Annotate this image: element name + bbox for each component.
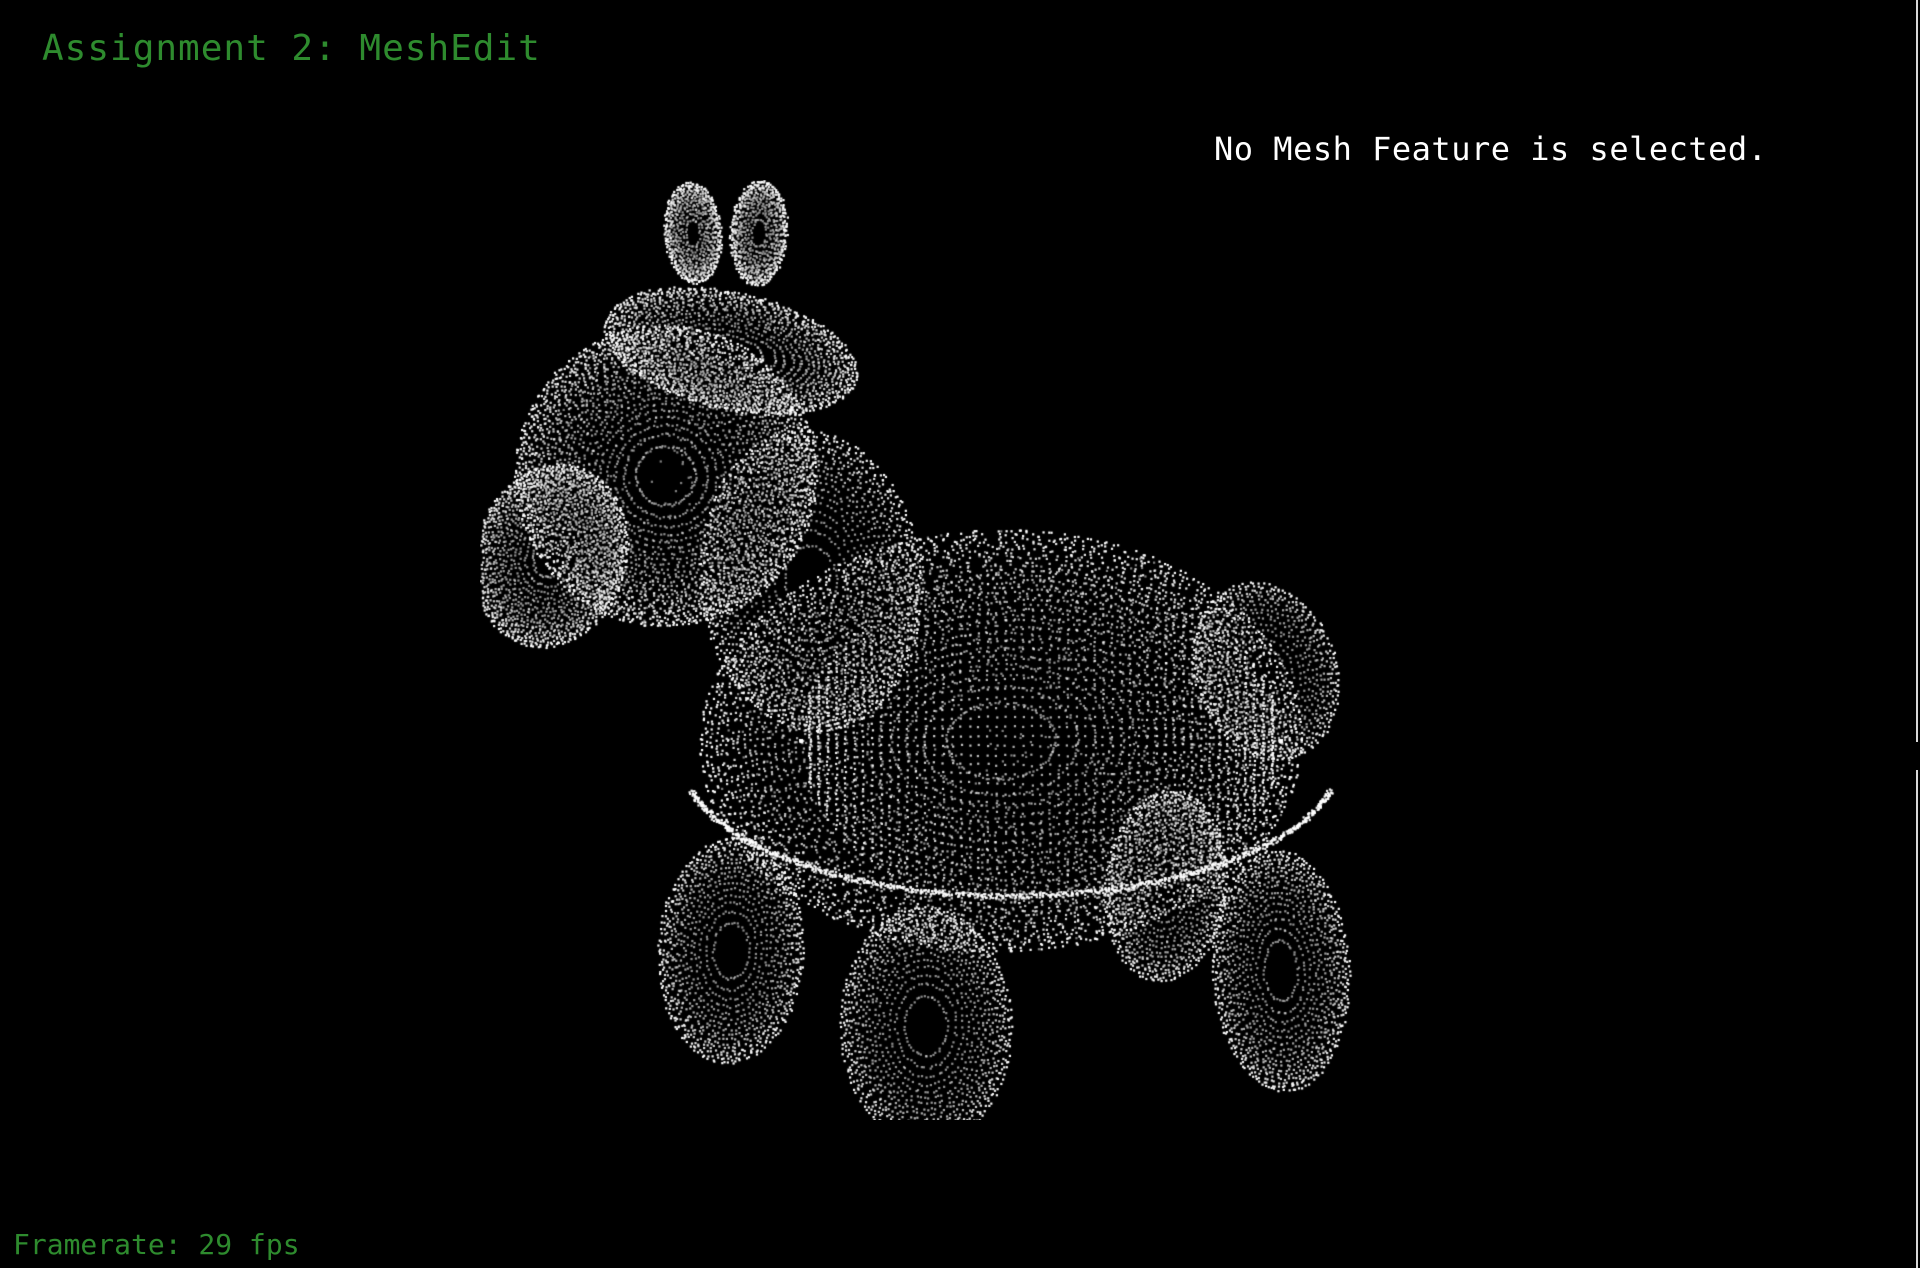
app-title: Assignment 2: MeshEdit	[42, 28, 541, 69]
mesh-viewport[interactable]: Assignment 2: MeshEdit No Mesh Feature i…	[0, 0, 1920, 1268]
selection-status-text: No Mesh Feature is selected.	[1214, 130, 1768, 168]
mesh-point-cloud[interactable]	[480, 180, 1360, 1120]
window-edge-line	[1916, 770, 1918, 1268]
window-edge-line	[1916, 0, 1918, 742]
framerate-readout: Framerate: 29 fps	[13, 1228, 300, 1261]
